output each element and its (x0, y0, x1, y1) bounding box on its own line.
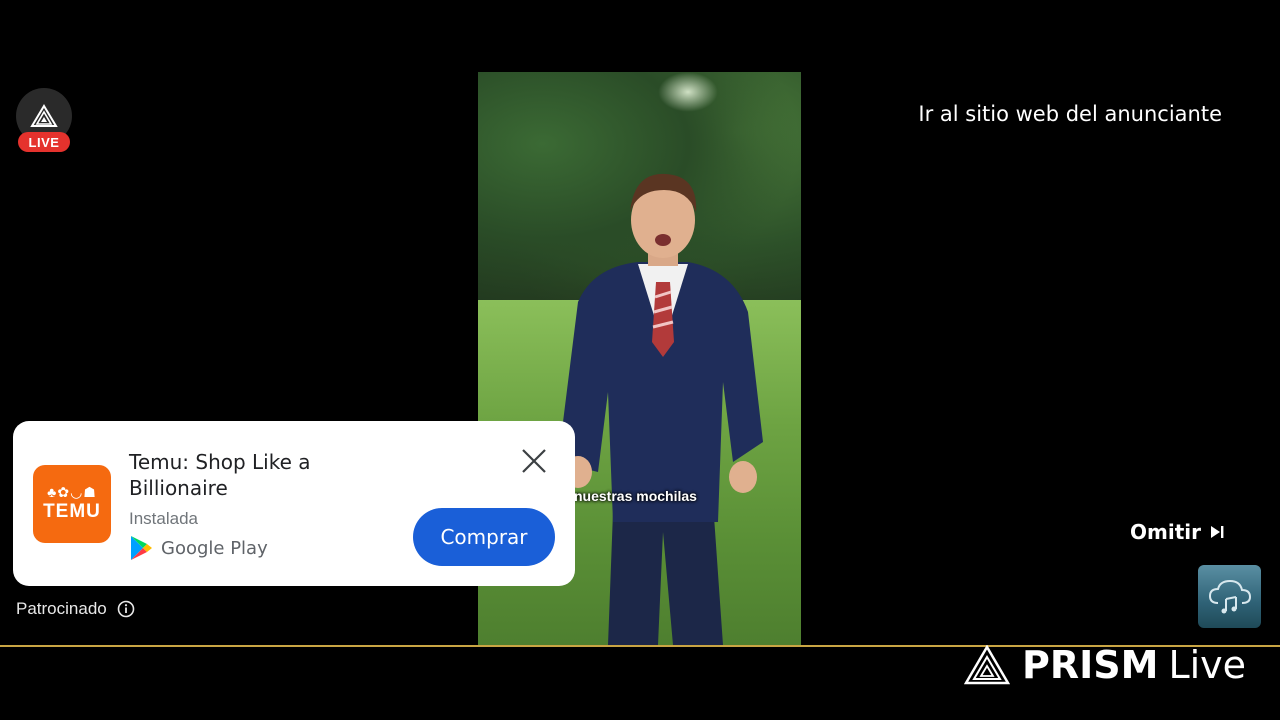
skip-next-icon (1210, 526, 1224, 538)
skip-label: Omitir (1130, 520, 1201, 544)
temu-logo-glyphs-icon: ♣✿◡☗ (47, 484, 97, 500)
google-play-badge: Google Play (129, 535, 268, 561)
live-indicator[interactable]: LIVE (16, 88, 72, 154)
watermark-suffix: Live (1168, 643, 1247, 687)
music-cloud-thumbnail[interactable] (1198, 565, 1261, 628)
buy-button[interactable]: Comprar (413, 508, 555, 566)
live-badge: LIVE (18, 132, 70, 152)
video-subtitle: nuestras mochilas (574, 488, 697, 504)
store-label: Google Play (161, 537, 268, 559)
info-icon[interactable] (117, 600, 135, 618)
google-play-icon (131, 536, 152, 560)
prism-live-watermark: PRISM Live (964, 643, 1246, 687)
prism-triangle-icon (964, 645, 1010, 685)
cloud-music-icon (1208, 579, 1251, 613)
skip-ad-button[interactable]: Omitir (1130, 520, 1225, 544)
app-name[interactable]: Temu: Shop Like a Billionaire (129, 449, 369, 501)
video-person-figure (558, 173, 763, 645)
close-icon[interactable] (519, 446, 549, 476)
ad-card[interactable]: ♣✿◡☗ TEMU Temu: Shop Like a Billionaire … (13, 421, 575, 586)
app-icon-label: TEMU (43, 501, 101, 522)
sponsored-label-row: Patrocinado (16, 599, 135, 619)
watermark-name: PRISM (1022, 643, 1159, 687)
sponsored-label: Patrocinado (16, 599, 107, 618)
temu-app-icon[interactable]: ♣✿◡☗ TEMU (33, 465, 111, 543)
advertiser-link[interactable]: Ir al sitio web del anunciante (918, 102, 1222, 126)
install-status: Instalada (129, 509, 198, 528)
video-background-sky (658, 72, 718, 112)
